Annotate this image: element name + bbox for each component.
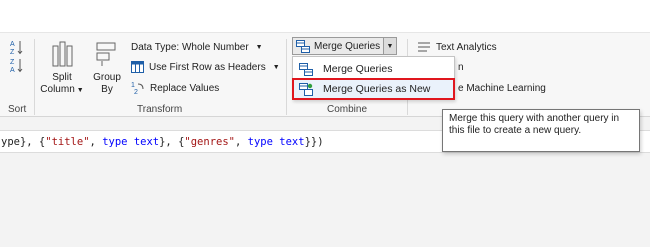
group-by-label-1: Group bbox=[93, 72, 121, 83]
formula-keyword: text bbox=[279, 136, 305, 148]
group-by-label-2: By bbox=[101, 84, 113, 95]
data-type-label: Data Type: Whole Number bbox=[131, 41, 249, 53]
merge-queries-icon bbox=[296, 39, 310, 53]
merge-queries-dropdown-toggle[interactable]: ▼ bbox=[383, 38, 396, 54]
formula-text: ype}, { bbox=[1, 136, 46, 148]
separator bbox=[286, 39, 287, 115]
text-analytics-icon bbox=[418, 42, 430, 52]
formula-text: }}) bbox=[304, 136, 324, 148]
azure-machine-learning-label: e Machine Learning bbox=[458, 82, 546, 94]
split-column-label-1: Split bbox=[52, 72, 72, 83]
sort-group-label: Sort bbox=[8, 104, 27, 115]
split-column-icon bbox=[52, 41, 73, 67]
formula-keyword: type bbox=[247, 136, 273, 148]
svg-text:Z: Z bbox=[10, 49, 15, 55]
text-analytics-button[interactable]: Text Analytics bbox=[417, 39, 497, 55]
merge-queries-icon bbox=[299, 62, 313, 76]
svg-text:A: A bbox=[10, 67, 15, 73]
merge-queries-label: Merge Queries bbox=[314, 40, 381, 52]
sort-descending-icon[interactable]: Z A bbox=[10, 57, 24, 74]
split-column-label-2: Column bbox=[40, 84, 75, 95]
menu-item-label: Merge Queries bbox=[323, 63, 393, 75]
split-column-button[interactable]: Split Column ▼ bbox=[39, 40, 85, 97]
svg-text:2: 2 bbox=[134, 89, 138, 95]
formula-keyword: text bbox=[133, 136, 160, 148]
sort-ascending-icon[interactable]: A Z bbox=[10, 39, 24, 56]
svg-text:A: A bbox=[10, 41, 15, 48]
formula-string: "genres" bbox=[184, 136, 235, 148]
table-headers-icon bbox=[131, 61, 144, 73]
use-first-row-headers-label: Use First Row as Headers bbox=[149, 61, 266, 73]
menu-item-label: Merge Queries as New bbox=[323, 83, 431, 95]
formula-text: , bbox=[89, 136, 103, 148]
formula-keyword: type bbox=[102, 136, 128, 148]
chevron-down-icon: ▼ bbox=[76, 87, 84, 94]
data-type-button[interactable]: Data Type: Whole Number ▼ bbox=[131, 39, 263, 55]
merge-queries-menu: Merge Queries Merge Queries as New bbox=[292, 56, 455, 100]
merge-queries-button[interactable]: Merge Queries bbox=[293, 39, 383, 53]
merge-queries-as-new-icon bbox=[299, 82, 313, 96]
menu-item-merge-queries[interactable]: Merge Queries bbox=[293, 59, 454, 79]
transform-group-label: Transform bbox=[137, 104, 183, 115]
menu-item-merge-queries-as-new[interactable]: Merge Queries as New bbox=[292, 78, 455, 100]
formula-text: }, { bbox=[159, 136, 185, 148]
replace-values-button[interactable]: 1 2 Replace Values bbox=[131, 80, 219, 96]
vision-label: n bbox=[458, 61, 464, 73]
separator bbox=[34, 39, 35, 115]
formula-text: , bbox=[234, 136, 248, 148]
replace-values-label: Replace Values bbox=[150, 82, 220, 94]
chevron-down-icon: ▼ bbox=[386, 42, 394, 50]
group-by-icon bbox=[96, 42, 116, 66]
use-first-row-headers-button[interactable]: Use First Row as Headers ▼ bbox=[131, 59, 280, 75]
replace-values-icon: 1 2 bbox=[131, 82, 144, 95]
group-by-button[interactable]: Group By bbox=[89, 40, 125, 96]
formula-string: "title" bbox=[45, 136, 90, 148]
vision-button[interactable]: n bbox=[458, 59, 464, 75]
text-analytics-label: Text Analytics bbox=[436, 41, 497, 53]
merge-queries-tooltip: Merge this query with another query in t… bbox=[442, 109, 640, 152]
data-preview-area[interactable] bbox=[0, 154, 650, 247]
svg-text:1: 1 bbox=[131, 82, 135, 89]
merge-queries-split-button[interactable]: Merge Queries ▼ bbox=[292, 37, 397, 55]
chevron-down-icon: ▼ bbox=[255, 43, 263, 51]
azure-machine-learning-button[interactable]: e Machine Learning bbox=[458, 80, 546, 96]
tooltip-text: Merge this query with another query in t… bbox=[449, 113, 620, 136]
chevron-down-icon: ▼ bbox=[272, 63, 280, 71]
title-area bbox=[0, 0, 650, 32]
svg-text:Z: Z bbox=[10, 59, 15, 66]
combine-group-label: Combine bbox=[327, 104, 368, 115]
